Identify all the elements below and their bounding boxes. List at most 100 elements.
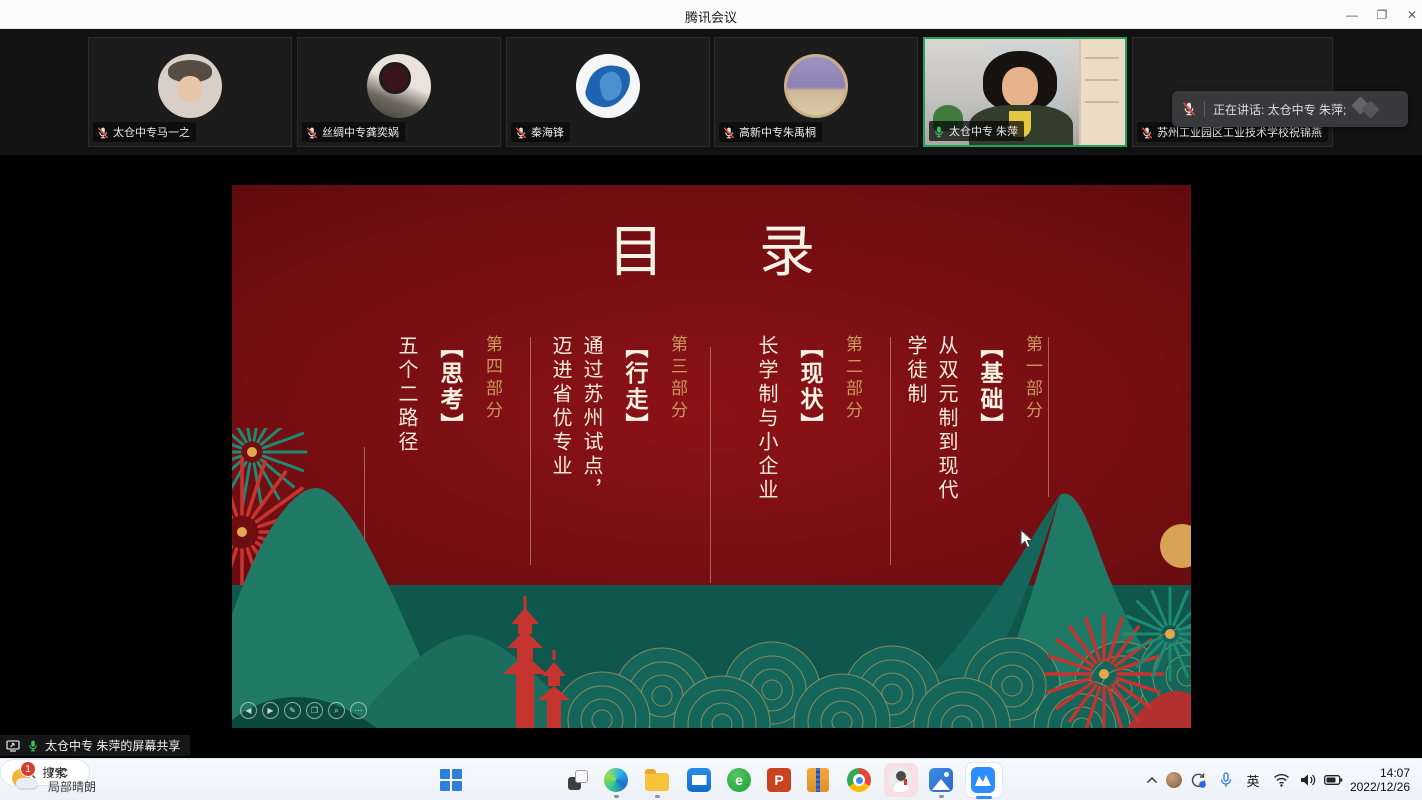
mic-tray-button[interactable] bbox=[1218, 759, 1234, 800]
participant-name-bar: 丝绸中专龚奕娲 bbox=[302, 122, 405, 142]
divider bbox=[1204, 101, 1205, 117]
wifi-button[interactable] bbox=[1272, 759, 1290, 800]
more-button[interactable]: ⋯ bbox=[350, 702, 367, 719]
next-slide-button[interactable]: ▶ bbox=[262, 702, 279, 719]
all-slides-button[interactable]: ❐ bbox=[306, 702, 323, 719]
mic-muted-icon bbox=[1141, 126, 1153, 138]
tencent-meeting-icon bbox=[971, 767, 995, 793]
participant-name-bar: 高新中专朱禹桐 bbox=[719, 122, 822, 142]
weather-condition: 局部晴朗 bbox=[48, 780, 96, 794]
weather-temp: 7°C bbox=[48, 766, 96, 780]
speaker-icon bbox=[1300, 773, 1317, 787]
photos-button[interactable] bbox=[929, 759, 953, 800]
screen: 腾讯会议 — ❐ ✕ 太仓中专马一之 丝绸中专龚奕娲 秦海锋 bbox=[0, 0, 1422, 800]
contact-app-button[interactable] bbox=[888, 759, 912, 800]
chrome-icon bbox=[847, 768, 871, 792]
zip-icon bbox=[807, 768, 829, 792]
window-titlebar: 腾讯会议 — ❐ ✕ bbox=[0, 0, 1422, 29]
task-view-icon bbox=[568, 770, 588, 790]
mail-button[interactable] bbox=[687, 759, 711, 800]
avatar bbox=[158, 54, 222, 118]
participant-name-bar: 秦海锋 bbox=[511, 122, 570, 142]
mic-muted-icon bbox=[97, 126, 109, 138]
avatar bbox=[367, 54, 431, 118]
participant-strip: 太仓中专马一之 丝绸中专龚奕娲 秦海锋 高新中专朱禹桐 bbox=[0, 29, 1422, 155]
360-browser-button[interactable]: e bbox=[727, 759, 751, 800]
powerpoint-icon: P bbox=[767, 768, 791, 792]
weather-widget[interactable]: 1 7°C 局部晴朗 bbox=[10, 759, 96, 800]
taskbar: 1 7°C 局部晴朗 搜索 e P bbox=[0, 758, 1422, 800]
weather-icon: 1 bbox=[10, 765, 42, 795]
participant-tile-active-speaker[interactable]: 太仓中专 朱萍 bbox=[923, 37, 1127, 147]
volume-button[interactable] bbox=[1298, 759, 1318, 800]
shared-screen-area: 目 录 第一部分 【基础】 从双元制到现代 学徒制 第二部分 【现状】 长学制与… bbox=[0, 155, 1422, 758]
running-indicator-active bbox=[976, 796, 992, 799]
restore-button[interactable]: ❐ bbox=[1367, 0, 1397, 29]
avatar bbox=[784, 54, 848, 118]
person-icon bbox=[888, 767, 912, 793]
participant-name: 太仓中专马一之 bbox=[113, 124, 190, 140]
participant-name: 太仓中专 朱萍 bbox=[949, 123, 1018, 139]
windows-logo-icon bbox=[440, 769, 462, 791]
tray-chevron-button[interactable] bbox=[1144, 759, 1160, 800]
ppt-toolbar: ◀ ▶ ✎ ❐ ⌕ ⋯ bbox=[232, 702, 367, 722]
pen-button[interactable]: ✎ bbox=[284, 702, 301, 719]
minimize-button[interactable]: — bbox=[1337, 0, 1367, 29]
sync-icon bbox=[1190, 772, 1207, 789]
participant-name: 高新中专朱禹桐 bbox=[739, 124, 816, 140]
mic-blue-icon bbox=[1220, 772, 1232, 789]
participant-tile[interactable]: 高新中专朱禹桐 bbox=[714, 37, 918, 147]
input-language-indicator[interactable]: 英 bbox=[1244, 759, 1262, 800]
notification-badge: 1 bbox=[20, 761, 36, 777]
wifi-icon bbox=[1273, 773, 1290, 787]
chevron-up-icon bbox=[1146, 776, 1158, 784]
sync-tray-icon[interactable] bbox=[1188, 759, 1208, 800]
clock-date: 2022/12/26 bbox=[1350, 780, 1410, 794]
participant-tile[interactable]: 太仓中专马一之 bbox=[88, 37, 292, 147]
participant-name-bar: 太仓中专 朱萍 bbox=[929, 121, 1024, 141]
window-title: 腾讯会议 bbox=[0, 7, 1422, 26]
mic-muted-icon bbox=[1182, 102, 1196, 116]
360-browser-icon: e bbox=[727, 768, 751, 792]
archiver-button[interactable] bbox=[806, 759, 830, 800]
zoom-button[interactable]: ⌕ bbox=[328, 702, 345, 719]
prev-slide-button[interactable]: ◀ bbox=[240, 702, 257, 719]
mail-icon bbox=[687, 768, 711, 792]
photos-icon bbox=[929, 768, 953, 792]
slide-title: 目 录 bbox=[232, 207, 1191, 288]
taskbar-clock[interactable]: 14:07 2022/12/26 bbox=[1336, 759, 1410, 800]
file-explorer-button[interactable] bbox=[645, 759, 669, 800]
participant-tile[interactable]: 丝绸中专龚奕娲 bbox=[297, 37, 501, 147]
powerpoint-button[interactable]: P bbox=[767, 759, 791, 800]
tencent-meeting-button[interactable] bbox=[971, 759, 995, 800]
tray-app-avatar[interactable] bbox=[1166, 772, 1182, 788]
close-button[interactable]: ✕ bbox=[1397, 0, 1422, 29]
presentation-slide: 目 录 第一部分 【基础】 从双元制到现代 学徒制 第二部分 【现状】 长学制与… bbox=[232, 185, 1191, 728]
running-indicator bbox=[939, 795, 944, 798]
screen-share-icon bbox=[6, 739, 21, 752]
start-button[interactable] bbox=[440, 759, 462, 800]
meeting-logo-icon bbox=[1354, 99, 1384, 119]
clock-time: 14:07 bbox=[1380, 766, 1410, 780]
running-indicator bbox=[614, 795, 619, 798]
landscape-art bbox=[232, 428, 1191, 728]
task-view-button[interactable] bbox=[566, 759, 590, 800]
participant-name-bar: 太仓中专马一之 bbox=[93, 122, 196, 142]
participant-name: 丝绸中专龚奕娲 bbox=[322, 124, 399, 140]
folder-icon bbox=[645, 773, 669, 791]
mic-on-icon bbox=[933, 125, 945, 137]
screen-share-banner[interactable]: 太仓中专 朱萍的屏幕共享 bbox=[0, 735, 190, 756]
participant-name: 秦海锋 bbox=[531, 124, 564, 140]
mic-muted-icon bbox=[306, 126, 318, 138]
edge-button[interactable] bbox=[604, 759, 628, 800]
share-banner-text: 太仓中专 朱萍的屏幕共享 bbox=[45, 737, 180, 754]
avatar bbox=[576, 54, 640, 118]
chrome-button[interactable] bbox=[847, 759, 871, 800]
mouse-cursor bbox=[1020, 529, 1034, 549]
participant-tile[interactable]: 秦海锋 bbox=[506, 37, 710, 147]
speaking-toast-text: 正在讲话: 太仓中专 朱萍; bbox=[1213, 101, 1346, 118]
speaking-toast: 正在讲话: 太仓中专 朱萍; bbox=[1172, 91, 1408, 127]
edge-icon bbox=[604, 768, 628, 792]
running-indicator bbox=[655, 795, 660, 798]
mic-muted-icon bbox=[515, 126, 527, 138]
